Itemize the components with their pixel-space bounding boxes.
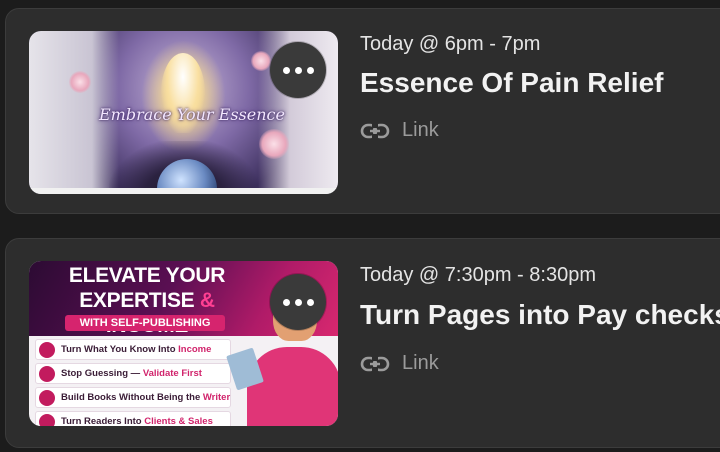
event-title[interactable]: Turn Pages into Pay checks [360,299,720,331]
artwork-bullet: Turn What You Know Into Income [35,339,231,360]
event-card[interactable]: Embrace Your Essence Today @ 6pm - 7pm E… [5,8,720,214]
event-link[interactable]: Link [360,352,439,375]
event-link[interactable]: Link [360,119,439,142]
artwork-flower [69,71,91,93]
bullet-text-main: Turn What You Know Into [61,344,179,355]
bullet-text-main: Stop Guessing — [61,368,143,379]
bullet-icon [39,413,55,426]
artwork-bottom-strip [29,188,338,194]
event-time: Today @ 7:30pm - 8:30pm [360,264,596,286]
artwork-bullet: Turn Readers Into Clients & Sales [35,411,231,426]
link-icon [360,356,390,371]
bullet-text: Build Books Without Being the Writer [61,392,230,403]
bullet-text-highlight: Clients & Sales [144,416,213,426]
artwork-flower [259,129,289,159]
artwork-person [226,283,338,426]
event-card[interactable]: ELEVATE YOUR EXPERTISE & INCOME WITH SEL… [5,238,720,448]
bullet-text: Turn Readers Into Clients & Sales [61,416,213,426]
more-horizontal-icon [282,66,314,74]
artwork-bullet: Build Books Without Being the Writer [35,387,231,408]
artwork-headline-line-1: ELEVATE YOUR [68,264,226,287]
artwork-subline: WITH SELF-PUBLISHING [65,315,225,331]
artwork-bullet-list: Turn What You Know Into Income Stop Gues… [35,339,231,426]
more-options-button[interactable] [270,274,326,330]
event-link-label: Link [402,352,439,374]
more-horizontal-icon [282,298,314,306]
artwork-headline-amp: & [199,289,215,312]
bullet-text-highlight: Income [178,344,212,355]
artwork-person-dress [247,347,338,426]
bullet-text: Turn What You Know Into Income [61,344,211,355]
bullet-text-main: Build Books Without Being the [61,392,203,403]
bullet-text: Stop Guessing — Validate First [61,368,202,379]
bullet-text-highlight: Writer [202,392,231,403]
artwork-flower [251,51,271,71]
artwork-headline-word: EXPERTISE [79,289,195,312]
bullet-text-main: Turn Readers Into [61,416,145,426]
bullet-icon [39,341,55,358]
event-title[interactable]: Essence Of Pain Relief [360,67,663,99]
event-time: Today @ 6pm - 7pm [360,33,541,55]
bullet-text-highlight: Validate First [142,368,202,379]
event-link-label: Link [402,119,439,141]
artwork-caption: Embrace Your Essence [99,105,285,124]
more-options-button[interactable] [270,42,326,98]
bullet-icon [39,365,55,382]
link-icon [360,123,390,138]
artwork-bullet: Stop Guessing — Validate First [35,363,231,384]
bullet-icon [39,389,55,406]
